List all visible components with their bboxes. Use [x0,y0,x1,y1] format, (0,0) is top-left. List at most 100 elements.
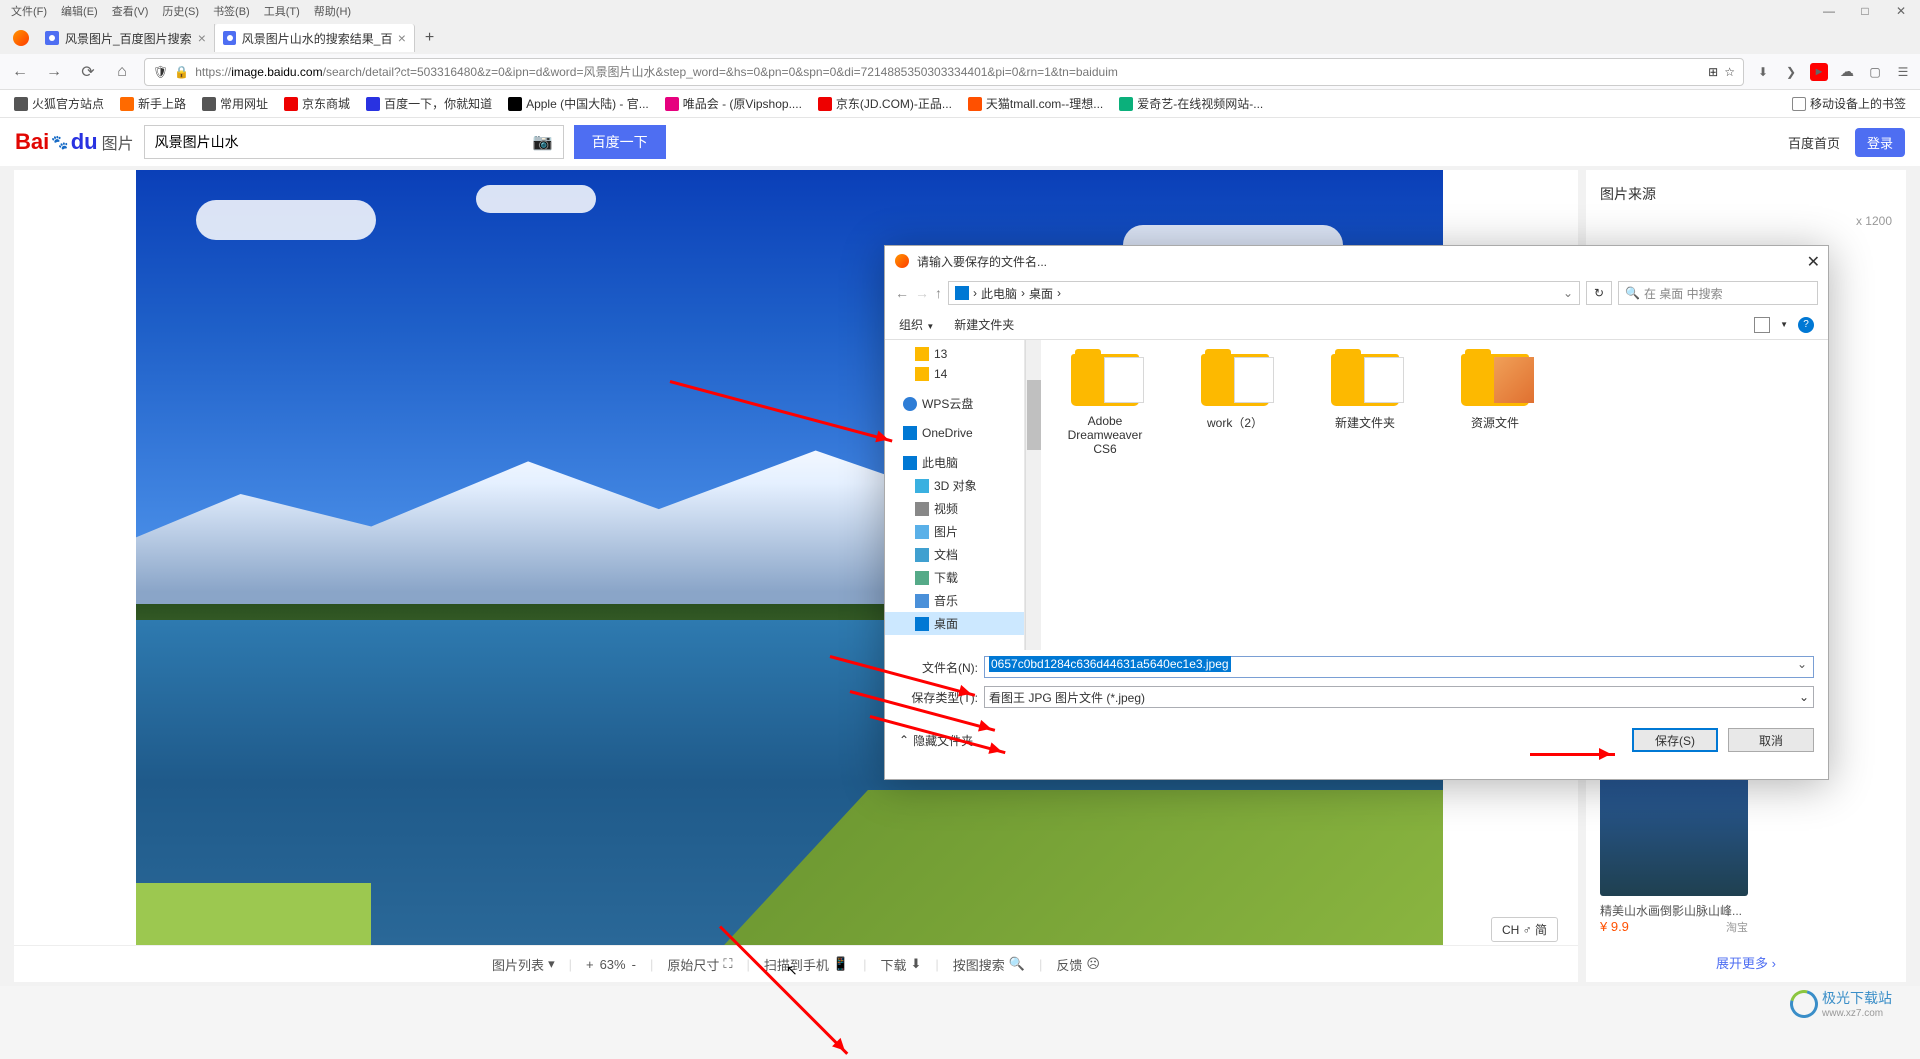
scan-to-phone-button[interactable]: 扫描到手机 📱 [764,955,849,974]
tree-item-music[interactable]: 音乐 [885,589,1024,612]
pc-icon [903,456,917,470]
bookmark-common[interactable]: 常用网址 [196,93,274,114]
download-icon[interactable]: ⬇ [1754,63,1772,81]
zoom-in-button[interactable]: - [632,957,636,972]
youtube-icon[interactable]: ▶ [1810,63,1828,81]
tree-item-14[interactable]: 14 [885,364,1024,384]
search-input[interactable] [155,134,533,150]
save-dialog: 请输入要保存的文件名... ✕ ← → ↑ › 此电脑 › 桌面 › ⌄ ↻ 🔍… [884,245,1829,780]
nav-up-button[interactable]: ↑ [935,285,942,301]
bookmark-firefox[interactable]: 火狐官方站点 [8,93,110,114]
hide-folders-button[interactable]: ⌃ 隐藏文件夹 [899,732,973,749]
filename-input[interactable]: 0657c0bd1284c636d44631a5640ec1e3.jpeg⌄ [984,656,1814,678]
bookmark-jd2[interactable]: 京东(JD.COM)-正品... [812,93,958,114]
menu-icon[interactable]: ☰ [1894,63,1912,81]
forward-button[interactable]: → [42,60,66,84]
cloud-icon[interactable]: ☁ [1838,63,1856,81]
bookmark-iqiyi[interactable]: 爱奇艺-在线视频网站-... [1113,93,1269,114]
home-button[interactable]: ⌂ [110,60,134,84]
dialog-close-button[interactable]: ✕ [1807,252,1820,272]
expand-icon: ⛶ [723,956,732,972]
bookmark-newbie[interactable]: 新手上路 [114,93,192,114]
bookmark-apple[interactable]: Apple (中国大陆) - 官... [502,93,655,114]
reader-icon[interactable]: ⊞ [1708,65,1718,79]
caret-down-icon[interactable]: ▼ [1780,320,1788,329]
folder-new[interactable]: 新建文件夹 [1315,354,1415,431]
url-input[interactable]: 🛡 🔒 https://image.baidu.com/search/detai… [144,58,1744,86]
iqiyi-icon [1119,97,1133,111]
chevron-down-icon[interactable]: ⌄ [1563,286,1573,300]
login-button[interactable]: 登录 [1855,128,1905,157]
back-button[interactable]: ← [8,60,32,84]
cancel-button[interactable]: 取消 [1728,728,1814,752]
tree-item-desktop[interactable]: 桌面 [885,612,1024,635]
menu-help[interactable]: 帮助(H) [308,1,357,21]
caret-down-icon[interactable]: ⌄ [1797,657,1807,671]
expand-more-button[interactable]: 展开更多 › [1600,953,1892,972]
search-folder-input[interactable]: 🔍在 桌面 中搜索 [1618,281,1818,305]
path-seg-desktop[interactable]: 桌面 [1029,285,1053,302]
reload-button[interactable]: ⟳ [76,60,100,84]
bookmark-tmall[interactable]: 天猫tmall.com--理想... [962,93,1109,114]
library-icon[interactable]: ▢ [1866,63,1884,81]
shield-icon: 🛡 [153,65,168,79]
tab-2[interactable]: 风景图片山水的搜索结果_百度 × [215,24,415,52]
original-size-button[interactable]: 原始尺寸 ⛶ [667,955,732,974]
feedback-button[interactable]: 反馈 ☹ [1056,955,1100,974]
refresh-button[interactable]: ↻ [1586,281,1612,305]
tab-1-close-icon[interactable]: × [198,30,206,46]
nav-back-button[interactable]: ← [895,285,909,301]
zoom-out-button[interactable]: + [586,957,594,972]
bookmark-jd[interactable]: 京东商城 [278,93,356,114]
tree-item-video[interactable]: 视频 [885,497,1024,520]
baidu-home-link[interactable]: 百度首页 [1788,133,1840,152]
minimize-button[interactable]: — [1815,2,1843,20]
new-tab-button[interactable]: + [415,25,444,51]
pocket-icon[interactable]: ❯ [1782,63,1800,81]
tree-item-3d[interactable]: 3D 对象 [885,474,1024,497]
menu-view[interactable]: 查看(V) [106,1,155,21]
menu-tools[interactable]: 工具(T) [258,1,306,21]
close-button[interactable]: ✕ [1887,2,1915,20]
baidu-logo[interactable]: Bai 🐾 du 图片 [15,129,134,155]
path-input[interactable]: › 此电脑 › 桌面 › ⌄ [948,281,1580,305]
bookmark-mobile[interactable]: 移动设备上的书签 [1786,93,1912,114]
download-button[interactable]: 下载 ⬇ [880,955,921,974]
search-by-image-button[interactable]: 按图搜索 🔍 [953,955,1025,974]
tree-item-pictures[interactable]: 图片 [885,520,1024,543]
video-icon [915,502,929,516]
tree-scrollbar[interactable] [1025,340,1041,650]
new-folder-button[interactable]: 新建文件夹 [954,316,1014,333]
menu-history[interactable]: 历史(S) [156,1,205,21]
tree-item-wps[interactable]: WPS云盘 [885,392,1024,415]
search-button[interactable]: 百度一下 [574,125,666,159]
path-seg-pc[interactable]: 此电脑 [981,285,1017,302]
folder-work[interactable]: work（2） [1185,354,1285,431]
filetype-label: 保存类型(T): [899,689,984,706]
downloads-icon [915,571,929,585]
tree-item-downloads[interactable]: 下载 [885,566,1024,589]
tree-item-onedrive[interactable]: OneDrive [885,423,1024,443]
tab-2-close-icon[interactable]: × [398,30,406,46]
menu-bookmarks[interactable]: 书签(B) [207,1,256,21]
organize-button[interactable]: 组织 ▼ [899,316,934,333]
bookmark-vip[interactable]: 唯品会 - (原Vipshop.... [659,93,808,114]
help-icon[interactable]: ? [1798,317,1814,333]
folder-resources[interactable]: 资源文件 [1445,354,1545,431]
menu-edit[interactable]: 编辑(E) [55,1,104,21]
menu-file[interactable]: 文件(F) [5,1,53,21]
bookmark-baidu[interactable]: 百度一下，你就知道 [360,93,498,114]
tab-1[interactable]: 风景图片_百度图片搜索 × [37,24,215,52]
folder-dreamweaver[interactable]: Adobe Dreamweaver CS6 [1055,354,1155,456]
save-button[interactable]: 保存(S) [1632,728,1718,752]
filetype-select[interactable]: 看图王 JPG 图片文件 (*.jpeg)⌄ [984,686,1814,708]
maximize-button[interactable]: □ [1851,2,1879,20]
camera-icon[interactable]: 📷 [533,132,553,152]
star-icon[interactable]: ☆ [1724,65,1735,79]
tree-item-13[interactable]: 13 [885,344,1024,364]
image-list-button[interactable]: 图片列表 ▾ [492,955,555,974]
tree-item-documents[interactable]: 文档 [885,543,1024,566]
cursor-icon: ↖ [786,962,798,979]
tree-item-pc[interactable]: 此电脑 [885,451,1024,474]
view-mode-button[interactable] [1754,317,1770,333]
